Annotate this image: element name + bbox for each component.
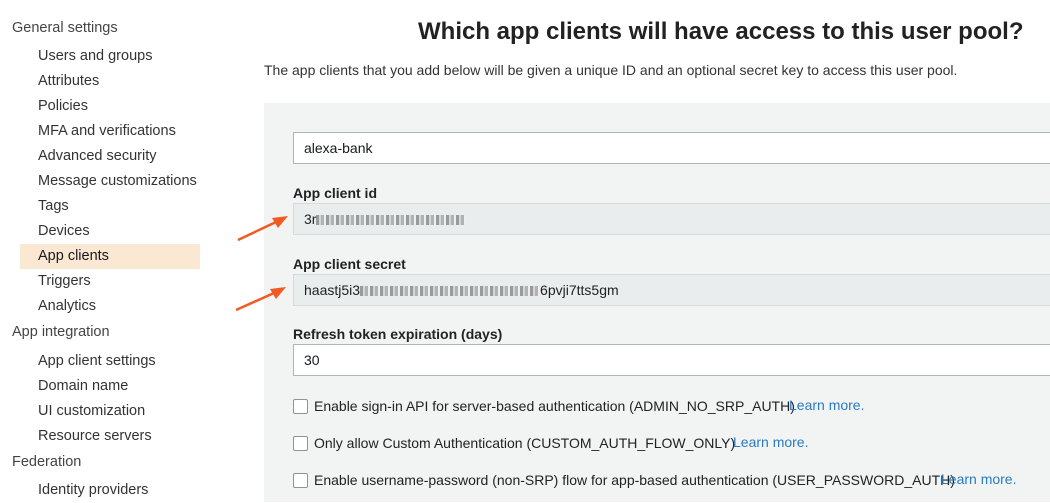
option-custom-auth-flow-only[interactable]: Only allow Custom Authentication (CUSTOM…: [293, 434, 735, 452]
sidebar-item-app-clients[interactable]: App clients: [20, 244, 200, 269]
sidebar-item-devices[interactable]: Devices: [20, 219, 200, 244]
sidebar-item-identity-providers[interactable]: Identity providers: [20, 478, 200, 503]
redacted-client-secret: [360, 286, 541, 297]
app-client-secret-prefix: haastj5i3: [304, 282, 361, 298]
app-client-secret-field[interactable]: haastj5i3 6pvji7tts5gm: [293, 274, 1050, 306]
user-password-auth-label: Enable username-password (non-SRP) flow …: [314, 472, 955, 488]
option-admin-no-srp-auth[interactable]: Enable sign-in API for server-based auth…: [293, 397, 795, 415]
option-user-password-auth[interactable]: Enable username-password (non-SRP) flow …: [293, 471, 955, 489]
sidebar-item-tags[interactable]: Tags: [20, 194, 200, 219]
sidebar-item-resource-servers[interactable]: Resource servers: [20, 424, 200, 449]
admin-no-srp-auth-label: Enable sign-in API for server-based auth…: [314, 398, 795, 414]
app-client-name-input[interactable]: [293, 132, 1050, 164]
custom-auth-flow-only-checkbox[interactable]: [293, 435, 308, 451]
sidebar-section-federation: Federation: [12, 454, 82, 470]
refresh-token-expiration-input[interactable]: [293, 344, 1050, 376]
app-client-id-value: 3r: [304, 211, 317, 227]
sidebar-item-mfa-and-verifications[interactable]: MFA and verifications: [20, 119, 200, 144]
sidebar-item-attributes[interactable]: Attributes: [20, 69, 200, 94]
app-client-secret-suffix: 6pvji7tts5gm: [540, 282, 619, 298]
sidebar-item-users-and-groups[interactable]: Users and groups: [20, 44, 200, 69]
annotation-arrow-client-id: [237, 216, 288, 242]
sidebar-item-triggers[interactable]: Triggers: [20, 269, 200, 294]
sidebar-item-analytics[interactable]: Analytics: [20, 294, 200, 319]
sidebar-item-advanced-security[interactable]: Advanced security: [20, 144, 200, 169]
app-client-secret-label: App client secret: [293, 256, 406, 272]
sidebar-section-app-integration: App integration: [12, 324, 110, 340]
custom-auth-flow-only-label: Only allow Custom Authentication (CUSTOM…: [314, 435, 736, 451]
page-title: Which app clients will have access to th…: [418, 18, 1024, 45]
sidebar-item-message-customizations[interactable]: Message customizations: [20, 169, 200, 194]
user-password-auth-checkbox[interactable]: [293, 472, 308, 488]
app-client-id-field[interactable]: 3r: [293, 203, 1050, 235]
page-description: The app clients that you add below will …: [264, 62, 958, 78]
sidebar-item-policies[interactable]: Policies: [20, 94, 200, 119]
annotation-arrow-client-secret: [235, 287, 286, 312]
sidebar: General settings Users and groups Attrib…: [0, 0, 240, 502]
learn-more-link-user-password-auth[interactable]: Learn more.: [941, 471, 1016, 487]
app-client-id-label: App client id: [293, 185, 377, 201]
refresh-token-expiration-label: Refresh token expiration (days): [293, 326, 503, 342]
admin-no-srp-auth-checkbox[interactable]: [293, 398, 308, 414]
sidebar-item-app-client-settings[interactable]: App client settings: [20, 349, 200, 374]
sidebar-section-general-settings: General settings: [12, 20, 118, 36]
sidebar-item-domain-name[interactable]: Domain name: [20, 374, 200, 399]
redacted-client-id: [316, 215, 467, 226]
sidebar-item-ui-customization[interactable]: UI customization: [20, 399, 200, 424]
learn-more-link-admin-no-srp-auth[interactable]: Learn more.: [789, 397, 864, 413]
learn-more-link-custom-auth-flow-only[interactable]: Learn more.: [733, 434, 808, 450]
